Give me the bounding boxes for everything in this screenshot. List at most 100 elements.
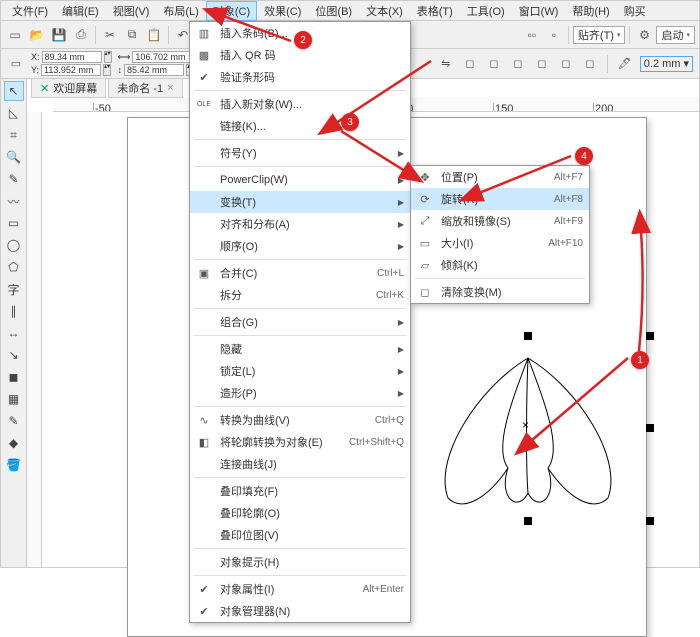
shape-back-minus-icon[interactable]: ◻ [557,55,575,73]
menu-text[interactable]: 文本(X) [359,1,410,21]
mi-clear[interactable]: ◻清除变换(M) [411,281,589,303]
qr-icon: ▩ [196,47,212,63]
new-icon[interactable]: ▭ [5,25,25,45]
mi-manager[interactable]: ✔对象管理器(N) [190,600,410,622]
mi-rotate[interactable]: ⟳旋转(R)Alt+F8 [411,188,589,210]
x-stepper[interactable]: ▴▾ [104,51,112,63]
save-icon[interactable]: 💾 [49,25,69,45]
mi-position[interactable]: ✥位置(P)Alt+F7 [411,166,589,188]
smart-fill-tool[interactable]: 🪣 [4,455,24,475]
zoom-tool[interactable]: 🔍 [4,147,24,167]
x-input[interactable] [42,51,102,63]
mirror-h-icon[interactable]: ⇋ [437,55,455,73]
menu-buy[interactable]: 购买 [617,1,653,21]
tab-welcome[interactable]: ✕欢迎屏幕 [31,78,106,98]
copy-icon[interactable]: ⧉ [122,25,142,45]
mi-powerclip[interactable]: PowerClip(W)▶ [190,169,410,191]
text-tool[interactable]: 字 [4,279,24,299]
menu-effects[interactable]: 效果(C) [257,1,308,21]
sel-handle-bm[interactable] [524,517,532,525]
width-input[interactable] [132,51,192,63]
mi-lock[interactable]: 锁定(L)▶ [190,360,410,382]
outline-icon: ◧ [196,434,212,450]
shape-union-icon[interactable]: ◻ [461,55,479,73]
fill-tool[interactable]: ◆ [4,433,24,453]
y-input[interactable] [41,64,101,76]
mi-scale[interactable]: ⤢缩放和镜像(S)Alt+F9 [411,210,589,232]
crop-tool[interactable]: ⌗ [4,125,24,145]
paste-icon[interactable]: 📋 [144,25,164,45]
open-icon[interactable]: 📂 [27,25,47,45]
ellipse-tool[interactable]: ◯ [4,235,24,255]
width-icon: ⟷ [118,52,131,63]
shadow-tool[interactable]: ◼ [4,367,24,387]
freehand-tool[interactable]: ✎ [4,169,24,189]
menu-bitmap[interactable]: 位图(B) [308,1,359,21]
y-stepper[interactable]: ▴▾ [103,64,111,76]
mi-properties[interactable]: ✔对象属性(I)Alt+Enter [190,578,410,600]
position-icon: ✥ [417,169,433,185]
polygon-tool[interactable]: ⬠ [4,257,24,277]
transparency-tool[interactable]: ▦ [4,389,24,409]
tab-untitled[interactable]: 未命名 -1× [108,78,182,98]
connector-tool[interactable]: ↘ [4,345,24,365]
align-icon[interactable]: ▫ [544,25,564,45]
mi-join-curves[interactable]: 连接曲线(J) [190,453,410,475]
menu-help[interactable]: 帮助(H) [565,1,616,21]
cut-icon[interactable]: ✂ [100,25,120,45]
pen-icon[interactable]: 🖊 [616,55,634,73]
menu-view[interactable]: 视图(V) [106,1,157,21]
menu-window[interactable]: 窗口(W) [512,1,566,21]
snap-combo[interactable]: 贴齐(T)▾ [573,26,626,44]
shape-trim-icon[interactable]: ◻ [509,55,527,73]
artistic-tool[interactable]: 〰 [4,191,24,211]
align-group-icon[interactable]: ▫▫ [522,25,542,45]
menu-layout[interactable]: 布局(L) [156,1,205,21]
check-icon: ✔ [196,581,212,597]
mi-hide[interactable]: 隐藏▶ [190,338,410,360]
mi-insert-new[interactable]: OLE插入新对象(W)... [190,93,410,115]
menu-bar: 文件(F) 编辑(E) 视图(V) 布局(L) 对象(C) 效果(C) 位图(B… [1,1,699,21]
mi-shape[interactable]: 造形(P)▶ [190,382,410,404]
sel-handle-tr[interactable] [646,332,654,340]
rectangle-tool[interactable]: ▭ [4,213,24,233]
shape-tool[interactable]: ◺ [4,103,24,123]
shape-boundary-icon[interactable]: ◻ [581,55,599,73]
sel-handle-tm[interactable] [524,332,532,340]
menu-object[interactable]: 对象(C) [206,1,257,21]
ruler-tick: 150 [493,103,513,111]
outline-width[interactable]: 0.2 mm ▾ [640,56,693,72]
shape-weld-icon[interactable]: ◻ [533,55,551,73]
mi-size[interactable]: ▭大小(I)Alt+F10 [411,232,589,254]
print-icon[interactable]: ⎙ [71,25,91,45]
menu-tools[interactable]: 工具(O) [460,1,512,21]
dimension-tool[interactable]: ↔ [4,323,24,343]
mi-align[interactable]: 对齐和分布(A)▶ [190,213,410,235]
height-input[interactable] [124,64,184,76]
mi-verify-barcode[interactable]: ✔验证条形码 [190,66,410,88]
mi-order[interactable]: 顺序(O)▶ [190,235,410,257]
page-orientation-icon[interactable]: ▭ [7,55,25,73]
mi-overprint-outline[interactable]: 叠印轮廓(O) [190,502,410,524]
sel-handle-br[interactable] [646,517,654,525]
shape-intersect-icon[interactable]: ◻ [485,55,503,73]
gear-icon[interactable]: ⚙ [634,25,654,45]
pick-tool[interactable]: ↖ [4,81,24,101]
mi-combine[interactable]: ▣合并(C)Ctrl+L [190,262,410,284]
mi-symbol[interactable]: 符号(Y)▶ [190,142,410,164]
mi-group[interactable]: 组合(G)▶ [190,311,410,333]
mi-skew[interactable]: ▱倾斜(K) [411,254,589,276]
eyedropper-tool[interactable]: ✎ [4,411,24,431]
mi-outline-to-obj[interactable]: ◧将轮廓转换为对象(E)Ctrl+Shift+Q [190,431,410,453]
mi-transform[interactable]: 变换(T)▶ [190,191,410,213]
menu-edit[interactable]: 编辑(E) [55,1,106,21]
combine-icon: ▣ [196,265,212,281]
document-tabs: ✕欢迎屏幕 未命名 -1× [31,79,183,97]
mi-overprint-bitmap: 叠印位图(V) [190,524,410,546]
mi-hint[interactable]: 对象提示(H) [190,551,410,573]
launch-combo[interactable]: 启动▾ [656,26,695,44]
sel-handle-mr[interactable] [646,424,654,432]
menu-table[interactable]: 表格(T) [410,1,460,21]
menu-file[interactable]: 文件(F) [5,1,55,21]
parallel-tool[interactable]: ∥ [4,301,24,321]
